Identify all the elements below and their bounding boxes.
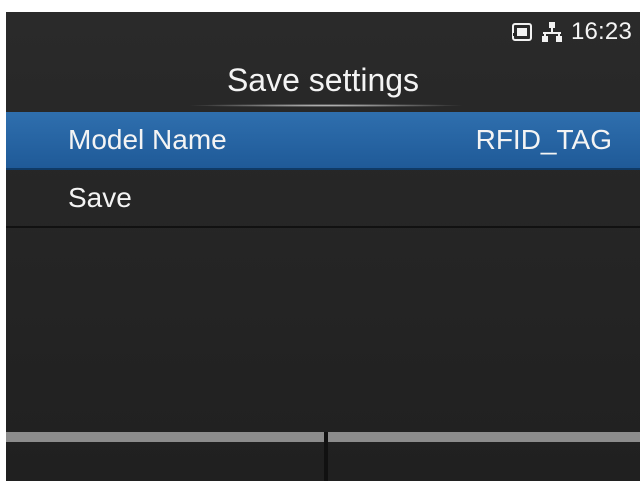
menu-item-label: Save <box>68 182 132 213</box>
printer-screen: 16:23 Save settings Model Name RFID_TAG … <box>6 12 640 481</box>
network-icon <box>541 21 563 43</box>
softkey-left[interactable] <box>6 432 324 442</box>
softkey-right[interactable] <box>328 432 640 442</box>
title-underline <box>186 104 466 107</box>
menu-item-value: RFID_TAG <box>475 124 612 155</box>
menu-item-model-name[interactable]: Model Name RFID_TAG <box>6 112 640 170</box>
softkey-area <box>6 432 640 481</box>
clock-time: 16:23 <box>570 18 632 45</box>
page-title: Save settings <box>226 62 420 98</box>
status-icons: 16:23 <box>511 18 632 46</box>
menu-item-save[interactable]: Save <box>6 170 640 228</box>
status-bar: 16:23 <box>6 12 640 50</box>
settings-menu: Model Name RFID_TAG Save <box>6 112 640 228</box>
memory-card-icon <box>511 21 533 43</box>
menu-item-label: Model Name <box>68 124 227 155</box>
